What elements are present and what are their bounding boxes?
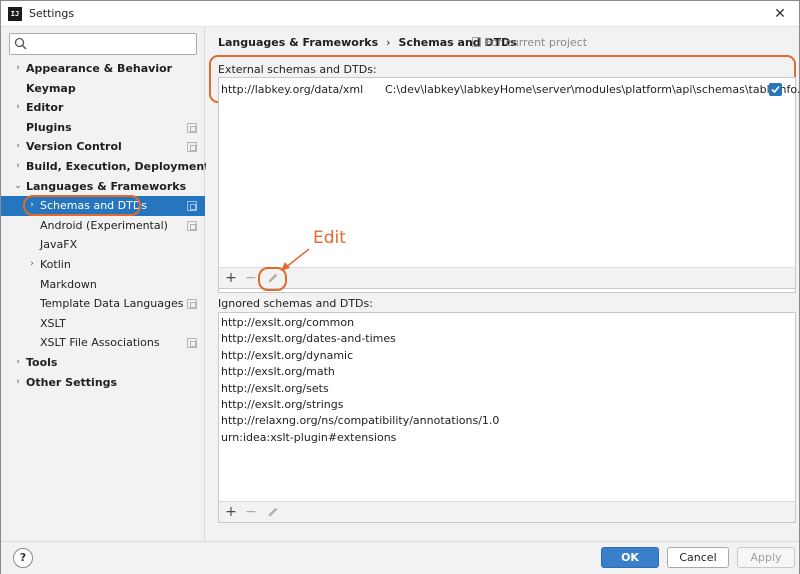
list-item[interactable]: http://exslt.org/sets	[221, 381, 329, 397]
settings-sidebar: › Appearance & Behavior Keymap › Editor Plugi…	[1, 27, 209, 541]
edit-annotation: Edit	[313, 228, 346, 248]
project-level-icon	[187, 220, 197, 231]
list-item[interactable]: http://exslt.org/strings	[221, 397, 343, 413]
sidebar-item-keymap[interactable]: Keymap	[1, 79, 205, 99]
sidebar-item-kotlin[interactable]: › Kotlin	[1, 255, 205, 275]
sidebar-item-version-control[interactable]: › Version Control	[1, 137, 205, 157]
sidebar-item-tools[interactable]: › Tools	[1, 353, 205, 373]
close-icon[interactable]: ✕	[771, 5, 789, 23]
sidebar-item-xslt[interactable]: XSLT	[1, 314, 205, 334]
list-item[interactable]: http://relaxng.org/ns/compatibility/anno…	[221, 413, 499, 429]
list-item[interactable]: http://exslt.org/math	[221, 364, 335, 380]
project-level-icon	[187, 299, 197, 310]
project-level-icon	[187, 201, 197, 212]
sidebar-item-label: Keymap	[26, 81, 76, 95]
window-title: Settings	[29, 7, 75, 20]
sidebar-item-label: Build, Execution, Deployment	[26, 159, 210, 173]
scope-note: For current project	[472, 32, 587, 54]
chevron-right-icon[interactable]: ›	[13, 157, 23, 177]
search-box[interactable]	[9, 33, 197, 55]
chevron-right-icon[interactable]: ›	[13, 59, 23, 79]
chevron-right-icon[interactable]: ›	[13, 137, 23, 157]
sidebar-item-label: Languages & Frameworks	[26, 179, 187, 193]
sidebar-item-android-experimental[interactable]: Android (Experimental)	[1, 216, 205, 236]
settings-dialog: IJ Settings ✕ › Appearance & Behavior Keym…	[0, 0, 800, 574]
ignored-schemas-list[interactable]: http://exslt.org/common http://exslt.org/…	[218, 312, 796, 502]
chevron-right-icon[interactable]: ›	[13, 353, 23, 373]
table-row[interactable]: http://labkey.org/data/xml C:\dev\labkey…	[219, 80, 800, 100]
cancel-button[interactable]: Cancel	[667, 547, 729, 568]
add-schema-button[interactable]: +	[223, 270, 239, 286]
add-ignored-button[interactable]: +	[223, 504, 239, 520]
sidebar-item-markdown[interactable]: Markdown	[1, 275, 205, 295]
schema-location: C:\dev\labkey\labkeyHome\server\modules\…	[385, 83, 800, 96]
intellij-app-icon: IJ	[8, 7, 22, 21]
sidebar-item-label: Schemas and DTDs	[40, 199, 148, 213]
remove-schema-button[interactable]: −	[243, 270, 259, 286]
ok-button[interactable]: OK	[601, 547, 659, 568]
settings-content: Languages & Frameworks › Schemas and DTDs …	[206, 27, 800, 541]
sidebar-item-editor[interactable]: › Editor	[1, 98, 205, 118]
chevron-right-icon[interactable]: ›	[27, 196, 37, 216]
list-item[interactable]: urn:idea:xslt-plugin#extensions	[221, 430, 396, 446]
list-item[interactable]: http://exslt.org/common	[221, 315, 354, 331]
breadcrumb-parent[interactable]: Languages & Frameworks	[218, 36, 378, 49]
ignored-schemas-toolbar: + −	[218, 501, 796, 523]
sidebar-item-label: Other Settings	[26, 375, 118, 389]
sidebar-item-label: Plugins	[26, 120, 72, 134]
chevron-right-icon[interactable]: ›	[13, 373, 23, 393]
help-button[interactable]: ?	[13, 548, 33, 568]
chevron-down-icon[interactable]: ⌄	[13, 177, 23, 197]
settings-tree: › Appearance & Behavior Keymap › Editor Plugi…	[1, 59, 209, 393]
sidebar-item-build-execution-deployment[interactable]: › Build, Execution, Deployment	[1, 157, 209, 177]
sidebar-item-schemas-and-dtds[interactable]: › Schemas and DTDs	[1, 195, 205, 217]
project-level-icon	[187, 338, 197, 349]
scope-note-text: For current project	[485, 36, 588, 49]
sidebar-item-label: Version Control	[26, 140, 122, 154]
list-item[interactable]: http://exslt.org/dynamic	[221, 348, 353, 364]
sidebar-item-label: Template Data Languages	[40, 297, 184, 311]
search-icon	[14, 37, 27, 50]
sidebar-item-xslt-file-associations[interactable]: XSLT File Associations	[1, 333, 205, 353]
dialog-footer: ? OK Cancel Apply	[1, 541, 799, 574]
sidebar-item-label: Android (Experimental)	[40, 218, 168, 232]
pencil-icon	[268, 507, 278, 517]
sidebar-item-plugins[interactable]: Plugins	[1, 118, 205, 138]
sidebar-item-label: Appearance & Behavior	[26, 62, 173, 75]
sidebar-item-label: XSLT File Associations	[40, 336, 160, 350]
sidebar-item-label: XSLT	[40, 316, 66, 330]
sidebar-item-template-data-languages[interactable]: Template Data Languages	[1, 294, 205, 314]
sidebar-item-javafx[interactable]: JavaFX	[1, 235, 205, 255]
sidebar-item-label: JavaFX	[40, 238, 78, 252]
remove-ignored-button[interactable]: −	[243, 504, 259, 520]
sidebar-item-label: Editor	[26, 101, 64, 115]
list-item[interactable]: http://exslt.org/dates-and-times	[221, 331, 396, 347]
sidebar-item-languages-frameworks[interactable]: ⌄ Languages & Frameworks	[1, 177, 205, 197]
project-level-icon	[187, 142, 197, 153]
sidebar-item-label: Markdown	[40, 277, 97, 291]
project-level-icon	[187, 122, 197, 133]
annotation-arrow-icon	[281, 248, 310, 271]
edit-ignored-button[interactable]	[265, 504, 281, 520]
sidebar-item-label: Kotlin	[40, 257, 71, 271]
breadcrumb-separator: ›	[386, 36, 391, 49]
schema-uri: http://labkey.org/data/xml	[221, 83, 364, 96]
sidebar-item-label: Tools	[26, 355, 58, 369]
title-bar: IJ Settings ✕	[1, 1, 799, 27]
sidebar-item-appearance-behavior[interactable]: › Appearance & Behavior	[1, 59, 205, 79]
ignored-schemas-label: Ignored schemas and DTDs:	[218, 297, 373, 310]
external-schemas-label: External schemas and DTDs:	[218, 63, 377, 76]
apply-button[interactable]: Apply	[737, 547, 795, 568]
chevron-right-icon[interactable]: ›	[27, 255, 37, 275]
schema-enabled-checkbox[interactable]	[769, 83, 782, 96]
search-input[interactable]	[32, 35, 192, 53]
project-scope-icon	[472, 37, 481, 47]
sidebar-item-other-settings[interactable]: › Other Settings	[1, 373, 205, 393]
chevron-right-icon[interactable]: ›	[13, 98, 23, 118]
